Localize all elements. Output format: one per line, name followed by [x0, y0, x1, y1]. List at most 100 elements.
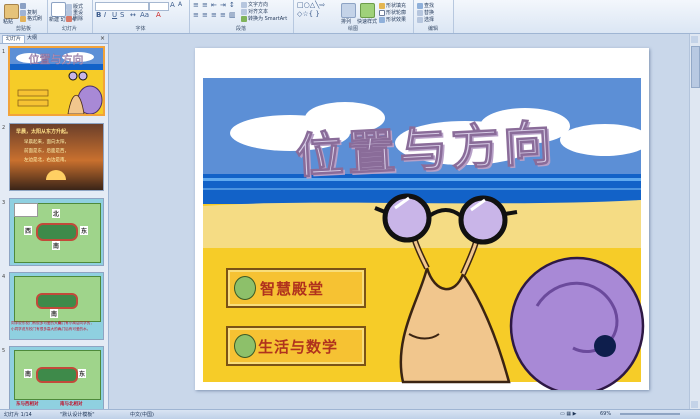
arrange-icon[interactable] [341, 3, 356, 18]
select-button[interactable]: 选择 [417, 16, 434, 23]
quick-styles-button[interactable]: 快速样式 [357, 18, 377, 25]
line-spacing-icon[interactable]: ↕ [229, 1, 235, 9]
text-direction-icon [241, 1, 247, 8]
thumbnail-frame[interactable]: 南 东 东与西相对 南与北相对 [9, 346, 104, 414]
increase-indent-icon[interactable]: ⇥ [220, 1, 226, 9]
vertical-scrollbar[interactable] [689, 34, 700, 410]
paste-icon[interactable] [4, 4, 19, 19]
align-left-icon[interactable]: ≡ [193, 11, 199, 19]
clipboard-label: 剪贴板 [15, 26, 31, 32]
label-south: 南 [52, 241, 61, 250]
justify-icon[interactable]: ≡ [220, 11, 226, 19]
label-east: 东 [78, 369, 87, 378]
status-bar: 幻灯片 1/14 "默认设计模板" 中文(中国) ▭ ▦ ▶ 69% [0, 409, 700, 419]
font-color-icon[interactable]: A [156, 11, 161, 19]
slide-thumbnail-3[interactable]: 3 北 南 西 东 [0, 198, 104, 266]
slides-group: 新建 幻灯片 版式 重设 删除 幻灯片 [47, 0, 93, 33]
find-icon [417, 2, 423, 9]
align-right-icon[interactable]: ≡ [211, 11, 217, 19]
thumbnail-frame[interactable]: 南 同学说东校门有很多可爱的大树， 小同学说东校门有很多高大的树。 南门有小商店… [9, 272, 104, 340]
tab-slides[interactable]: 幻灯片 [2, 35, 26, 43]
font-group: A A B I U S ↔ Aa A 字体 [92, 0, 190, 33]
smartart-button[interactable]: 转换为 SmartArt [241, 15, 287, 22]
scroll-down-icon[interactable] [691, 401, 698, 408]
zoom-level[interactable]: 69% [600, 411, 611, 417]
clipboard-group: 粘贴 复制 格式刷 剪贴板 [0, 0, 48, 33]
slide-thumbnail-4[interactable]: 4 南 同学说东校门有很多可爱的大树， 小同学说东校门有很多高大的树。 南门有小… [0, 272, 104, 340]
smartart-icon [241, 15, 247, 22]
scroll-thumb[interactable] [691, 46, 700, 88]
thumbnail-frame[interactable]: 位置与方向 [8, 46, 105, 116]
bullets-icon[interactable]: ≡ [193, 1, 199, 9]
quick-styles-icon[interactable] [360, 3, 375, 18]
shapes-gallery-row2-icon[interactable]: ◇☆{ } [297, 10, 320, 18]
track [36, 367, 78, 383]
label-north: 北 [52, 209, 61, 218]
thumb2-line: 前面是东，后面是西， [24, 149, 69, 154]
drawing-group: □○△╲⇨ ◇☆{ } 排列 快速样式 形状填充 形状轮廓 形状效果 绘图 [293, 0, 414, 33]
decrease-indent-icon[interactable]: ⇤ [211, 1, 217, 9]
panel-tabs: 幻灯片 大纲 × [0, 34, 108, 44]
paragraph-label: 段落 [235, 26, 246, 32]
svg-text:位置与方向: 位置与方向 [29, 52, 84, 66]
view-buttons[interactable]: ▭ ▦ ▶ [560, 411, 576, 417]
grow-font-icon[interactable]: A [170, 1, 175, 9]
thumbnail-frame[interactable]: 早晨，太阳从东方升起。 早晨起来，面向太阳， 前面是东，后面是西， 左边是北，右… [9, 123, 104, 191]
shape-outline-button[interactable]: 形状轮廓 [379, 9, 406, 16]
shenghuo-shuxue-button[interactable]: 生活与数学 [226, 326, 366, 366]
paste-button[interactable]: 粘贴 [3, 18, 13, 25]
sun-icon [46, 170, 66, 180]
replace-icon [417, 9, 423, 16]
track [36, 223, 78, 241]
shape-fill-button[interactable]: 形状填充 [379, 2, 406, 9]
slide-number: 5 [2, 348, 6, 354]
shape-effects-button[interactable]: 形状效果 [379, 16, 406, 23]
label-east: 东 [80, 226, 89, 235]
track [36, 293, 78, 309]
replace-button[interactable]: 替换 [417, 9, 434, 16]
close-icon[interactable]: × [100, 35, 105, 42]
format-painter-button[interactable]: 格式刷 [20, 15, 42, 22]
slide-thumbnail-2[interactable]: 2 早晨，太阳从东方升起。 早晨起来，面向太阳， 前面是东，后面是西， 左边是北… [0, 123, 104, 191]
thumbnail-frame[interactable]: 北 南 西 东 [9, 198, 104, 266]
font-label: 字体 [135, 26, 146, 32]
italic-icon[interactable]: I [104, 11, 106, 19]
scroll-up-icon[interactable] [691, 36, 698, 43]
char-spacing-icon[interactable]: ↔ [130, 11, 136, 19]
change-case-icon[interactable]: Aa [140, 11, 149, 19]
slide-number: 2 [2, 125, 6, 131]
delete-button[interactable]: 删除 [66, 15, 83, 22]
align-text-icon [241, 8, 247, 15]
delete-icon [66, 15, 72, 22]
underline-icon[interactable]: U [112, 11, 117, 19]
thumb5-caption: 东与西相对 [16, 402, 39, 407]
label-west: 西 [24, 226, 33, 235]
shapes-gallery-icon[interactable]: □○△╲⇨ [297, 1, 325, 9]
arrange-button[interactable]: 排列 [341, 18, 351, 25]
turtle-icon [234, 334, 256, 358]
zoom-slider[interactable] [620, 413, 680, 415]
new-slide-icon[interactable] [51, 2, 66, 17]
zhihui-diantang-button[interactable]: 智慧殿堂 [226, 268, 366, 308]
slide-canvas[interactable]: 位置与方向 智慧殿堂 生活与数学 [195, 48, 649, 390]
bold-icon[interactable]: B [96, 11, 101, 19]
thumbnail-1-art: 位置与方向 [10, 48, 103, 114]
find-button[interactable]: 查找 [417, 2, 434, 9]
numbering-icon[interactable]: ≡ [202, 1, 208, 9]
align-text-button[interactable]: 对齐文本 [241, 8, 268, 15]
speech-bubble [14, 203, 38, 217]
text-direction-button[interactable]: 文字方向 [241, 1, 268, 8]
shrink-font-icon[interactable]: A [178, 1, 182, 8]
thumb5-caption: 南与北相对 [60, 402, 83, 407]
columns-icon[interactable]: ▥ [229, 11, 236, 19]
thumb4-line: 南门有小商店同学的， [58, 321, 94, 325]
align-center-icon[interactable]: ≡ [202, 11, 208, 19]
strikethrough-icon[interactable]: S [120, 11, 124, 19]
tab-outline[interactable]: 大纲 [24, 35, 40, 42]
font-size-combo[interactable] [149, 2, 169, 11]
slide-thumbnail-1[interactable]: 1 位置与方向 [0, 46, 105, 116]
shape-effects-icon [379, 16, 385, 23]
label-south: 南 [24, 369, 33, 378]
slide-thumbnail-5[interactable]: 5 南 东 东与西相对 南与北相对 [0, 346, 104, 414]
font-name-combo[interactable] [95, 2, 149, 11]
